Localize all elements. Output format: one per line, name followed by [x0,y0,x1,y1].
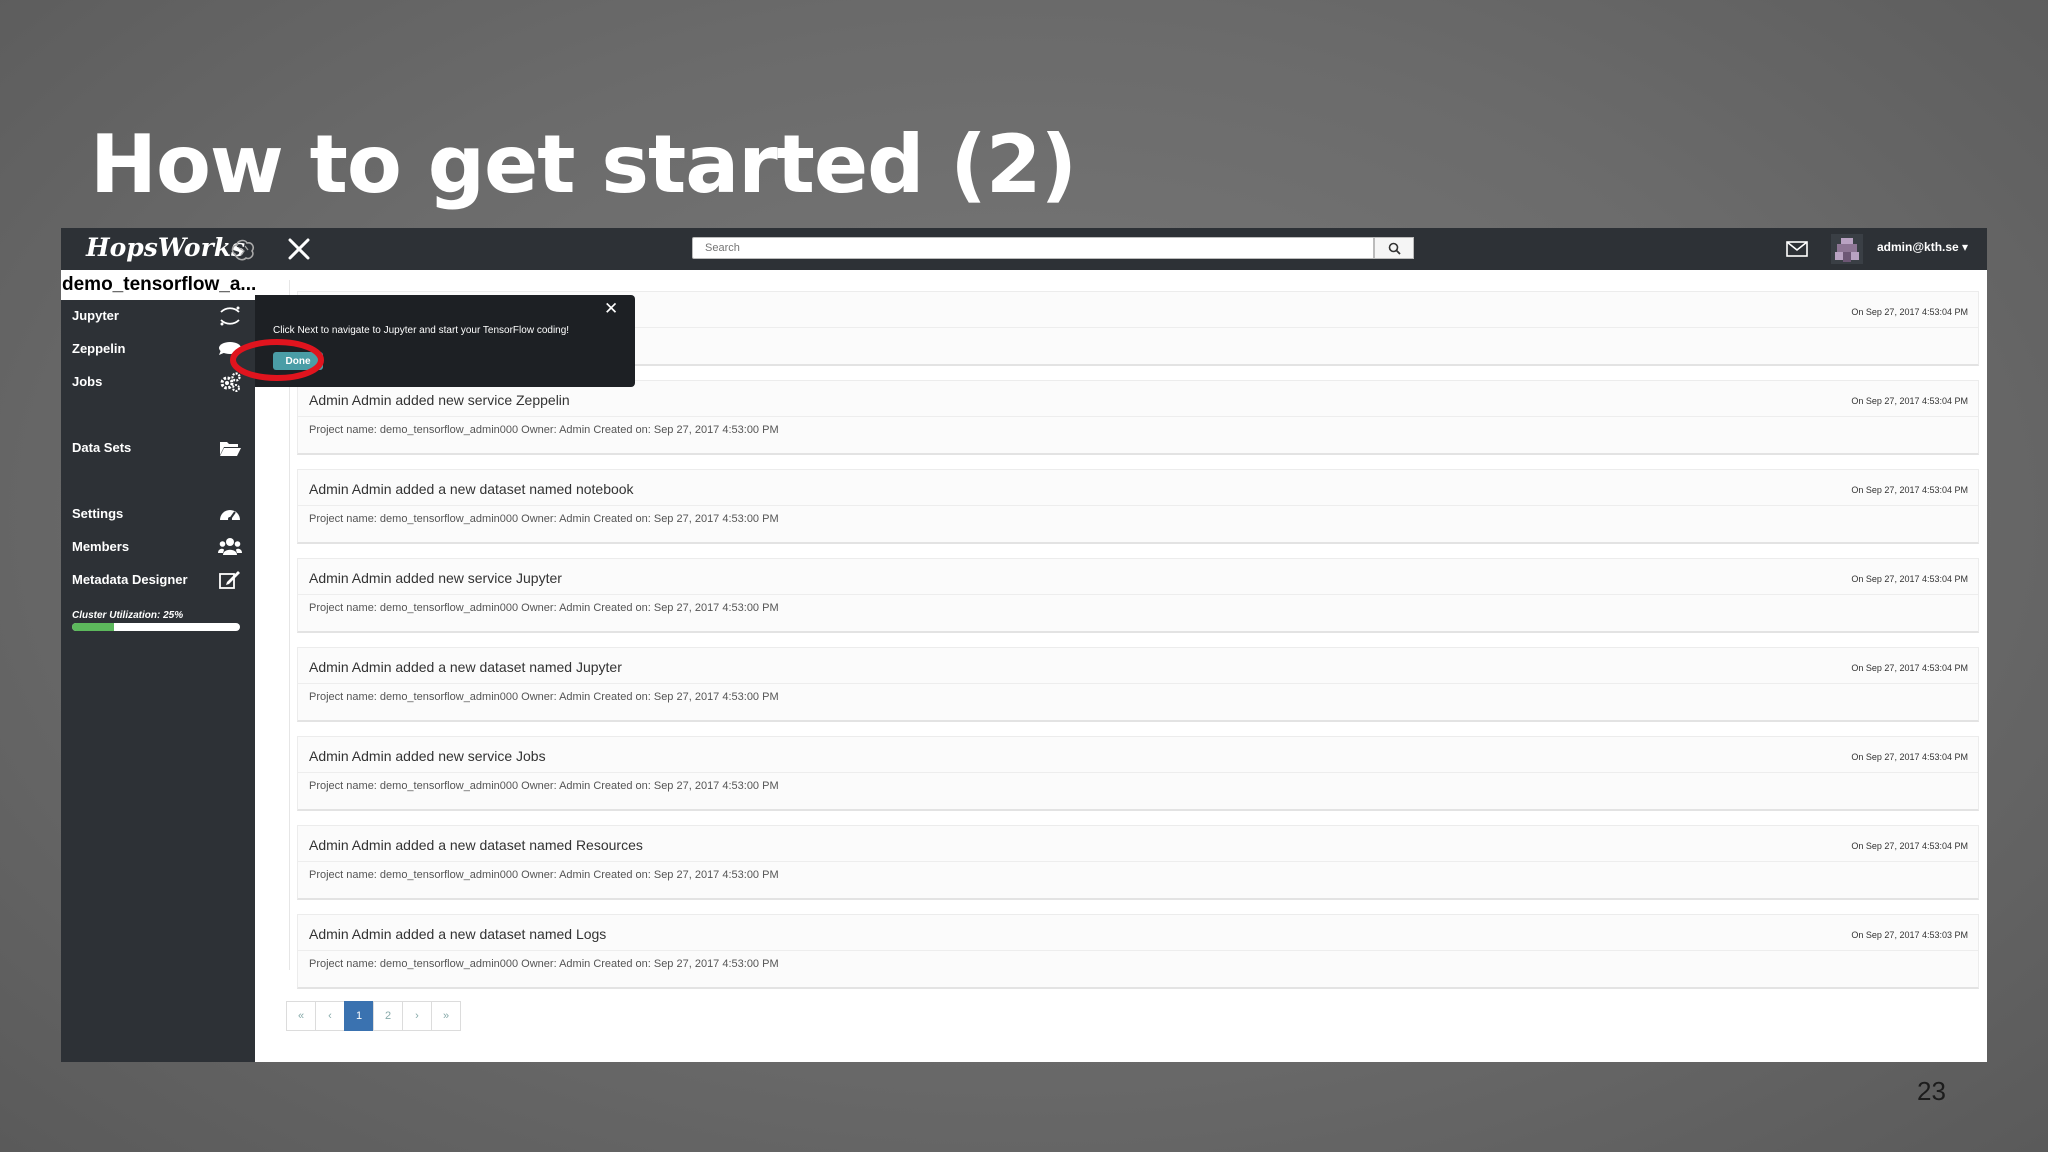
sidebar-item-metadata-designer[interactable]: Metadata Designer [72,567,242,593]
brand-logo[interactable]: HopsWorks [86,233,245,262]
pagination-page-2[interactable]: 2 [373,1001,403,1031]
activity-item: Admin Admin added a new dataset named Lo… [297,914,1979,989]
activity-timestamp: On Sep 27, 2017 4:53:04 PM [1851,841,1968,851]
activity-timestamp: On Sep 27, 2017 4:53:04 PM [1851,752,1968,762]
activity-divider [298,594,1978,595]
activity-divider [298,861,1978,862]
sidebar-item-jupyter[interactable]: Jupyter [72,303,242,329]
sidebar-item-settings[interactable]: Settings [72,501,242,527]
search-input[interactable] [692,237,1374,259]
cluster-utilization-label: Cluster Utilization: 25% [72,610,184,621]
dashboard-icon [220,510,240,521]
pagination-last[interactable]: » [431,1001,461,1031]
activity-timestamp: On Sep 27, 2017 4:53:03 PM [1851,930,1968,940]
tour-done-button[interactable]: Done [273,352,323,370]
activity-meta: Project name: demo_tensorflow_admin000 O… [309,602,779,614]
edit-icon [219,571,240,589]
activity-timestamp: On Sep 27, 2017 4:53:04 PM [1851,574,1968,584]
mail-icon[interactable] [1786,241,1808,257]
user-menu[interactable]: admin@kth.se ▾ [1877,240,1968,254]
pagination-first[interactable]: « [286,1001,316,1031]
activity-item: Admin Admin added new service Zeppelin On… [297,380,1979,455]
cluster-utilization-bar [72,623,240,631]
sidebar-item-label: Zeppelin [72,341,126,356]
folder-open-icon [220,442,241,456]
zeppelin-icon [219,342,241,355]
search-icon [1388,242,1401,255]
activity-title: Admin Admin added new service Zeppelin [309,392,570,408]
project-name[interactable]: demo_tensorflow_a... [61,270,255,300]
tour-text: Click Next to navigate to Jupyter and st… [273,325,570,336]
activity-title: Admin Admin added a new dataset named no… [309,481,634,497]
activity-meta: Project name: demo_tensorflow_admin000 O… [309,691,779,703]
search-button[interactable] [1374,237,1414,259]
sidebar-item-label: Metadata Designer [72,572,188,587]
tour-popover: ✕ Click Next to navigate to Jupyter and … [255,295,635,387]
sidebar-item-members[interactable]: Members [72,534,242,560]
tour-close-button[interactable]: ✕ [604,299,618,319]
jupyter-icon [220,306,240,326]
sidebar-item-data-sets[interactable]: Data Sets [72,435,242,461]
activity-timestamp: On Sep 27, 2017 4:53:04 PM [1851,307,1968,317]
sidebar-item-label: Jupyter [72,308,119,323]
pagination-prev[interactable]: ‹ [315,1001,345,1031]
activity-item: Admin Admin added a new dataset named Ju… [297,647,1979,722]
activity-meta: Project name: demo_tensorflow_admin000 O… [309,958,779,970]
activity-title: Admin Admin added new service Jobs [309,748,546,764]
sidebar-item-label: Jobs [72,374,103,389]
users-icon [218,538,242,555]
activity-title: Admin Admin added new service Jupyter [309,570,562,586]
activity-item: Admin Admin added new service Jupyter On … [297,558,1979,633]
activity-timestamp: On Sep 27, 2017 4:53:04 PM [1851,396,1968,406]
activity-timestamp: On Sep 27, 2017 4:53:04 PM [1851,485,1968,495]
top-navbar: HopsWorks admin@kth.se ▾ [61,228,1987,270]
activity-meta: Project name: demo_tensorflow_admin000 O… [309,780,779,792]
sidebar-item-label: Settings [72,506,124,521]
activity-meta: Project name: demo_tensorflow_admin000 O… [309,513,779,525]
activity-title: Admin Admin added a new dataset named Ju… [309,659,622,675]
gears-icon [220,372,241,392]
activity-timestamp: On Sep 27, 2017 4:53:04 PM [1851,663,1968,673]
activity-item: Admin Admin added a new dataset named Re… [297,825,1979,900]
activity-divider [298,505,1978,506]
slide-number: 23 [1917,1076,1946,1106]
sidebar-item-zeppelin[interactable]: Zeppelin [72,336,242,362]
activity-title: Admin Admin added a new dataset named Lo… [309,926,607,942]
pagination-page-1[interactable]: 1 [344,1001,374,1031]
activity-item: Admin Admin added new service Jobs On Sep… [297,736,1979,811]
activity-meta: Project name: demo_tensorflow_admin000 O… [309,869,779,881]
close-icon[interactable] [285,235,313,263]
activity-divider [298,683,1978,684]
activity-divider [298,416,1978,417]
cluster-utilization-fill [72,623,114,631]
sidebar: demo_tensorflow_a... Jupyter Zeppelin Jo… [61,270,255,1062]
avatar[interactable] [1831,234,1863,264]
slide-title: How to get started (2) [90,118,1077,211]
pagination-next[interactable]: › [402,1001,432,1031]
activity-divider [298,950,1978,951]
sidebar-item-label: Data Sets [72,440,132,455]
sidebar-item-jobs[interactable]: Jobs [72,369,242,395]
activity-title: Admin Admin added a new dataset named Re… [309,837,643,853]
activity-meta: Project name: demo_tensorflow_admin000 O… [309,424,779,436]
brain-icon [231,239,254,261]
activity-divider [298,772,1978,773]
hopsworks-screenshot: HopsWorks admin@kth.se ▾ [61,228,1987,1062]
sidebar-item-label: Members [72,539,130,554]
pagination: « ‹ 1 2 › » [286,1001,461,1031]
activity-item: Admin Admin added a new dataset named no… [297,469,1979,544]
